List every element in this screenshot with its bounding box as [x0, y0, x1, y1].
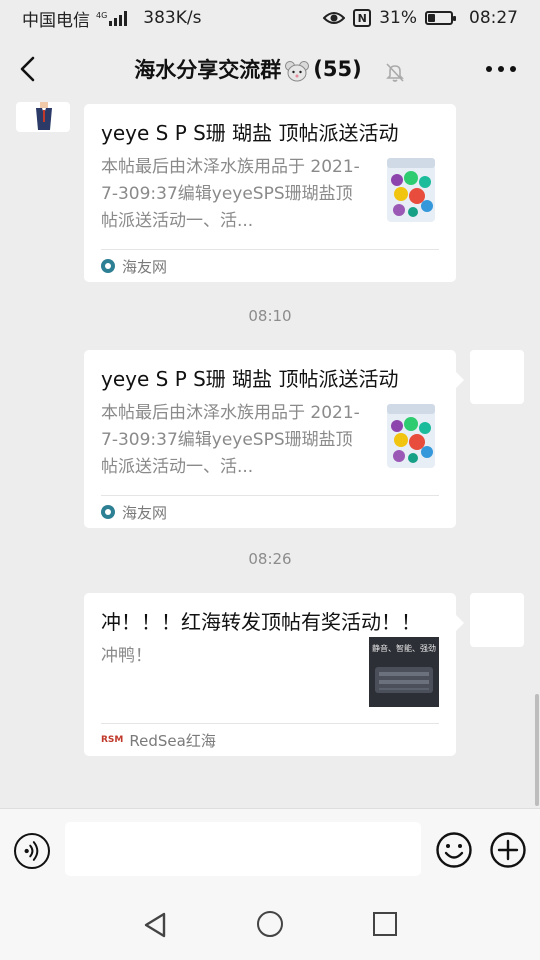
salt-bucket-image	[387, 404, 435, 468]
network-type: 4G	[96, 11, 108, 20]
card-title: yeye S P S珊 瑚盐 顶帖派送活动	[101, 121, 399, 145]
voice-icon[interactable]	[14, 833, 50, 869]
input-bar	[0, 808, 540, 890]
group-name: 海水分享交流群	[134, 58, 282, 82]
avatar[interactable]	[470, 593, 524, 647]
card-source: RedSea红海	[129, 731, 216, 750]
redsea-logo-icon: RSM	[101, 735, 124, 745]
plus-icon[interactable]	[489, 831, 527, 869]
scrollbar[interactable]	[535, 694, 539, 806]
signal-icon	[109, 10, 128, 26]
network-speed: 383K/s	[143, 8, 202, 28]
banner-caption: 静音、智能、强劲	[372, 643, 436, 653]
link-card[interactable]: yeye S P S珊 瑚盐 顶帖派送活动 本帖最后由沐泽水族用品于 2021-…	[84, 104, 456, 282]
site-logo-icon	[101, 259, 115, 273]
card-source: 海友网	[122, 503, 168, 522]
link-card[interactable]: 冲！！！红海转发顶帖有奖活动！！ 冲鸭！ 静音、智能、强劲 RSM RedSea…	[84, 593, 464, 756]
mouse-emoji-icon	[285, 61, 310, 82]
nav-home-icon[interactable]	[257, 911, 283, 937]
nfc-icon: N	[353, 9, 372, 27]
card-title: 冲！！！红海转发顶帖有奖活动！！	[101, 610, 421, 634]
page-title: 海水分享交流群 (55)	[0, 54, 540, 84]
site-logo-icon	[101, 505, 115, 519]
card-title: yeye S P S珊 瑚盐 顶帖派送活动	[101, 367, 399, 391]
salt-bucket-image	[387, 158, 435, 222]
nav-recent-icon[interactable]	[373, 912, 397, 936]
message-input[interactable]	[65, 822, 421, 876]
card-source: 海友网	[122, 257, 168, 276]
member-count: (55)	[313, 57, 362, 81]
bubble-tail	[456, 615, 464, 631]
system-nav-bar	[0, 890, 540, 960]
avatar[interactable]	[16, 102, 70, 132]
battery-icon	[425, 11, 456, 25]
emoji-icon[interactable]	[435, 831, 473, 869]
bubble-tail	[456, 372, 464, 388]
message-list: yeye S P S珊 瑚盐 顶帖派送活动 本帖最后由沐泽水族用品于 2021-…	[0, 102, 540, 808]
card-description: 冲鸭！	[101, 646, 152, 666]
more-icon[interactable]	[486, 66, 516, 72]
timestamp: 08:26	[248, 550, 292, 568]
clock: 08:27	[469, 8, 518, 28]
battery-percent: 31%	[379, 8, 417, 28]
eye-comfort-icon	[323, 12, 346, 24]
link-card[interactable]: yeye S P S珊 瑚盐 顶帖派送活动 本帖最后由沐泽水族用品于 2021-…	[84, 350, 464, 528]
card-description: 本帖最后由沐泽水族用品于 2021-7-309:37编辑yeyeSPS珊瑚盐顶帖…	[101, 157, 360, 231]
product-banner-image: 静音、智能、强劲	[369, 637, 439, 707]
chat-header: 海水分享交流群 (55)	[0, 36, 540, 102]
mute-bell-icon	[385, 63, 404, 82]
nav-back-icon[interactable]	[140, 910, 170, 940]
timestamp: 08:10	[248, 307, 292, 325]
status-bar: 中国电信 4G 383K/s N 31% 08:27	[0, 0, 540, 36]
card-description: 本帖最后由沐泽水族用品于 2021-7-309:37编辑yeyeSPS珊瑚盐顶帖…	[101, 403, 360, 477]
avatar[interactable]	[470, 350, 524, 404]
carrier-label: 中国电信	[22, 10, 90, 31]
